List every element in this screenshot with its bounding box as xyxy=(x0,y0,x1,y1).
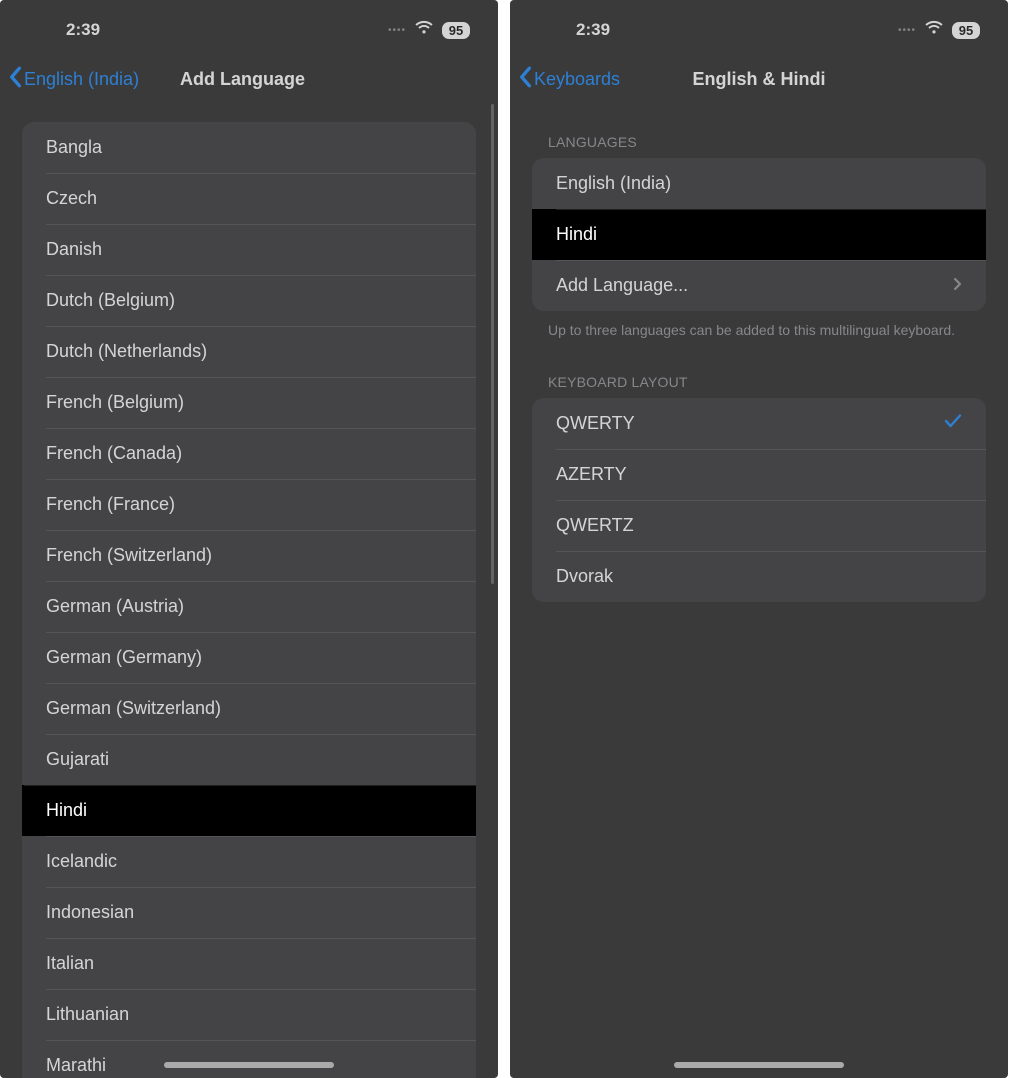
language-label: French (Switzerland) xyxy=(46,545,212,566)
language-row[interactable]: French (Switzerland) xyxy=(22,530,476,581)
language-row[interactable]: Indonesian xyxy=(22,887,476,938)
language-list: Bangla Czech Danish Dutch (Belgium) Dutch (N… xyxy=(22,122,476,1078)
status-time: 2:39 xyxy=(576,20,610,40)
language-label: Lithuanian xyxy=(46,1004,129,1025)
language-label: German (Austria) xyxy=(46,596,184,617)
layout-row[interactable]: Dvorak xyxy=(532,551,986,602)
wifi-icon xyxy=(414,20,434,40)
language-label: Marathi xyxy=(46,1055,106,1076)
layout-label: AZERTY xyxy=(556,464,627,485)
language-label: French (Canada) xyxy=(46,443,182,464)
cellular-dots-icon: •••• xyxy=(388,25,406,36)
language-row[interactable]: Dutch (Belgium) xyxy=(22,275,476,326)
nav-bar: English (India) Add Language xyxy=(0,54,498,104)
cellular-dots-icon: •••• xyxy=(898,25,916,36)
language-row[interactable]: French (France) xyxy=(22,479,476,530)
language-label: French (Belgium) xyxy=(46,392,184,413)
language-label: Hindi xyxy=(556,224,597,245)
layout-label: QWERTY xyxy=(556,413,635,434)
battery-badge: 95 xyxy=(952,22,980,39)
language-row[interactable]: Czech xyxy=(22,173,476,224)
language-row[interactable]: Icelandic xyxy=(22,836,476,887)
layout-header: KEYBOARD LAYOUT xyxy=(510,374,1008,398)
chevron-right-icon xyxy=(953,275,962,296)
language-row[interactable]: Dutch (Netherlands) xyxy=(22,326,476,377)
status-right: •••• 95 xyxy=(898,20,980,40)
language-label: German (Switzerland) xyxy=(46,698,221,719)
language-label: Indonesian xyxy=(46,902,134,923)
wifi-icon xyxy=(924,20,944,40)
language-label: Gujarati xyxy=(46,749,109,770)
languages-footer: Up to three languages can be added to th… xyxy=(510,311,1008,340)
language-label: English (India) xyxy=(556,173,671,194)
nav-bar: Keyboards English & Hindi xyxy=(510,54,1008,104)
language-row[interactable]: Marathi xyxy=(22,1040,476,1078)
language-row[interactable]: Gujarati xyxy=(22,734,476,785)
language-row[interactable]: Danish xyxy=(22,224,476,275)
language-label: Danish xyxy=(46,239,102,260)
language-row[interactable]: Hindi xyxy=(532,209,986,260)
status-time: 2:39 xyxy=(66,20,100,40)
status-bar: 2:39 •••• 95 xyxy=(510,0,1008,54)
language-row[interactable]: French (Canada) xyxy=(22,428,476,479)
language-label: French (France) xyxy=(46,494,175,515)
language-label: Dutch (Belgium) xyxy=(46,290,175,311)
languages-list: English (India) Hindi Add Language... xyxy=(532,158,986,311)
battery-badge: 95 xyxy=(442,22,470,39)
languages-header: LANGUAGES xyxy=(510,134,1008,158)
language-row[interactable]: German (Austria) xyxy=(22,581,476,632)
screen-keyboard-settings: 2:39 •••• 95 Keyboards English & Hindi L… xyxy=(510,0,1008,1078)
language-label: Bangla xyxy=(46,137,102,158)
home-indicator[interactable] xyxy=(674,1062,844,1068)
language-row[interactable]: Italian xyxy=(22,938,476,989)
language-label: German (Germany) xyxy=(46,647,202,668)
content: LANGUAGES English (India) Hindi Add Langua… xyxy=(510,104,1008,1078)
language-label: Czech xyxy=(46,188,97,209)
language-row[interactable]: Lithuanian xyxy=(22,989,476,1040)
check-icon xyxy=(944,413,962,434)
language-row[interactable]: French (Belgium) xyxy=(22,377,476,428)
layout-label: QWERTZ xyxy=(556,515,634,536)
page-title: Add Language xyxy=(0,69,498,90)
screen-add-language: 2:39 •••• 95 English (India) Add Languag… xyxy=(0,0,498,1078)
add-language-row[interactable]: Add Language... xyxy=(532,260,986,311)
language-row[interactable]: Hindi xyxy=(22,785,476,836)
layout-row[interactable]: QWERTZ xyxy=(532,500,986,551)
language-row[interactable]: English (India) xyxy=(532,158,986,209)
language-row[interactable]: German (Switzerland) xyxy=(22,683,476,734)
language-label: Dutch (Netherlands) xyxy=(46,341,207,362)
status-right: •••• 95 xyxy=(388,20,470,40)
language-row[interactable]: Bangla xyxy=(22,122,476,173)
content: Bangla Czech Danish Dutch (Belgium) Dutch (N… xyxy=(0,104,498,1078)
layout-label: Dvorak xyxy=(556,566,613,587)
status-bar: 2:39 •••• 95 xyxy=(0,0,498,54)
language-label: Hindi xyxy=(46,800,87,821)
layout-list: QWERTY AZERTY QWERTZ Dvorak xyxy=(532,398,986,602)
scroll-indicator[interactable] xyxy=(491,104,494,584)
add-language-label: Add Language... xyxy=(556,275,688,296)
language-label: Italian xyxy=(46,953,94,974)
home-indicator[interactable] xyxy=(164,1062,334,1068)
page-title: English & Hindi xyxy=(510,69,1008,90)
language-row[interactable]: German (Germany) xyxy=(22,632,476,683)
layout-row[interactable]: AZERTY xyxy=(532,449,986,500)
layout-row[interactable]: QWERTY xyxy=(532,398,986,449)
language-label: Icelandic xyxy=(46,851,117,872)
